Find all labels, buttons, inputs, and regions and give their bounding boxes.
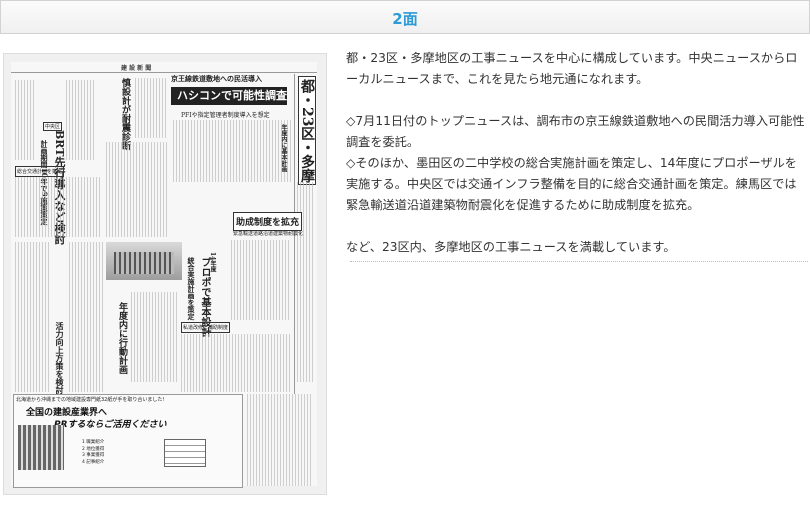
pro-sub-headline: 統合実施計画を策定 [187,257,196,320]
ad-list: 1 職業紹介 2 地位獲得 3 事業獲得 4 記事紹介 [82,440,105,465]
small-box-headline: 私道改修に補助制度 [181,322,231,333]
lower-left-headline: 活力向上方策を検討 [55,322,65,394]
side-note: 年度内に基本計画 [280,124,287,172]
box-label: 総合交通計画を策定 [15,166,65,177]
section-label: 都・23区・多摩 [298,76,316,186]
seismic-headline: 慎設計が耐震診断 [120,78,130,150]
page-title: 2面 [392,10,418,28]
description-intro: 都・23区・多摩地区の工事ニュースを中心に構成しています。中央ニュースからローカ… [346,51,798,86]
newspaper-masthead: 建 設 新 聞 [121,65,152,72]
section-header-bar: 2面 [0,0,810,34]
kicker-headline: 京王線鉄道敷地への民活導入 [171,74,262,83]
ad-table [164,439,206,467]
subsidy-subhead: 緊急輸送道路沿道建築物耐震化 [233,231,304,237]
ad-top-line: 北海道から沖縄までの地域建設専門紙32紙が手を取り合いました! [16,397,165,403]
subsidy-headline: 助成制度を拡充 [233,212,303,231]
description-panel: 都・23区・多摩地区の工事ニュースを中心に構成しています。中央ニュースからローカ… [346,48,806,258]
banner-headline: ハシコンで可能性調査 [171,87,287,105]
description-points: ◇7月11日付のトップニュースは、調布市の京王線鉄道敷地への民間活力導入可能性調… [346,114,805,212]
newspaper-page-image: 建 設 新 聞 都・23区・多摩 京王線鉄道敷地への民活導入 ハシコンで可能性調… [3,53,327,495]
description-closing: など、23区内、多摩地区の工事ニュースを満載しています。 [346,240,676,254]
advertisement: 北海道から沖縄までの地域建設専門紙32紙が手を取り合いました! 全国の建設産業界… [13,394,243,488]
ad-subtitle: PRするならご活用ください [54,420,167,430]
divider [350,261,808,262]
banner-subhead: PFIや指定管理者制度導入を想定 [181,112,270,119]
building-photo [106,242,182,280]
action-headline: 年度内に行動計画 [117,302,127,374]
ad-building-graphic [18,425,64,470]
